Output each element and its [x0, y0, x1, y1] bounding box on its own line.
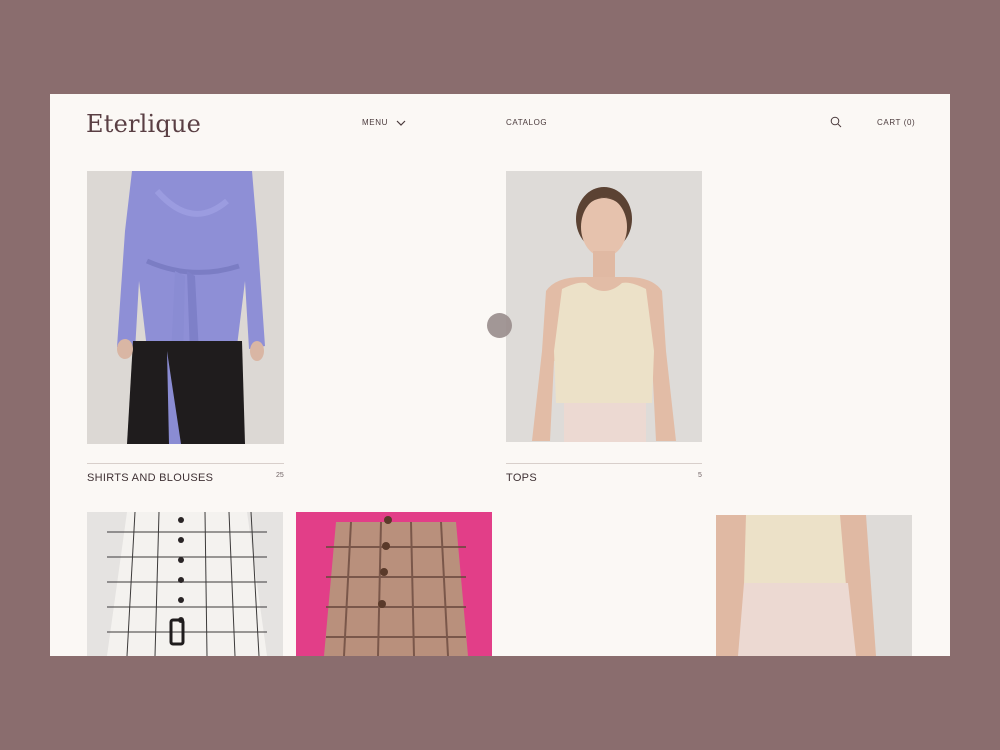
tops-image[interactable] [506, 171, 702, 442]
plaid-shirt-image[interactable] [87, 512, 283, 656]
category-title[interactable]: SHIRTS AND BLOUSES [87, 472, 213, 484]
menu-label: MENU [362, 118, 388, 127]
category-count: 25 [276, 472, 284, 479]
cream-top-photo [506, 171, 702, 442]
category-divider [87, 463, 284, 464]
category-count: 5 [698, 472, 702, 479]
search-icon[interactable] [830, 116, 842, 128]
cream-top-image[interactable] [716, 515, 912, 656]
page-frame: Eterlique MENU CATALOG CART (0) SHIRTS A… [50, 94, 950, 656]
catalog-link[interactable]: CATALOG [506, 118, 547, 127]
cart-link[interactable]: CART (0) [877, 118, 915, 127]
menu-dropdown[interactable]: MENU [362, 118, 406, 127]
cream-top-closeup-photo [716, 515, 912, 656]
brand-logo[interactable]: Eterlique [86, 110, 201, 138]
cursor-indicator [487, 313, 512, 338]
chevron-down-icon [396, 120, 406, 126]
category-title[interactable]: TOPS [506, 472, 537, 484]
plaid-shirt-photo [87, 512, 283, 656]
purple-blouse-photo [87, 171, 284, 444]
shirts-blouses-image[interactable] [87, 171, 284, 444]
plaid-skirt-photo [296, 512, 492, 656]
category-divider [506, 463, 702, 464]
plaid-skirt-image[interactable] [296, 512, 492, 656]
